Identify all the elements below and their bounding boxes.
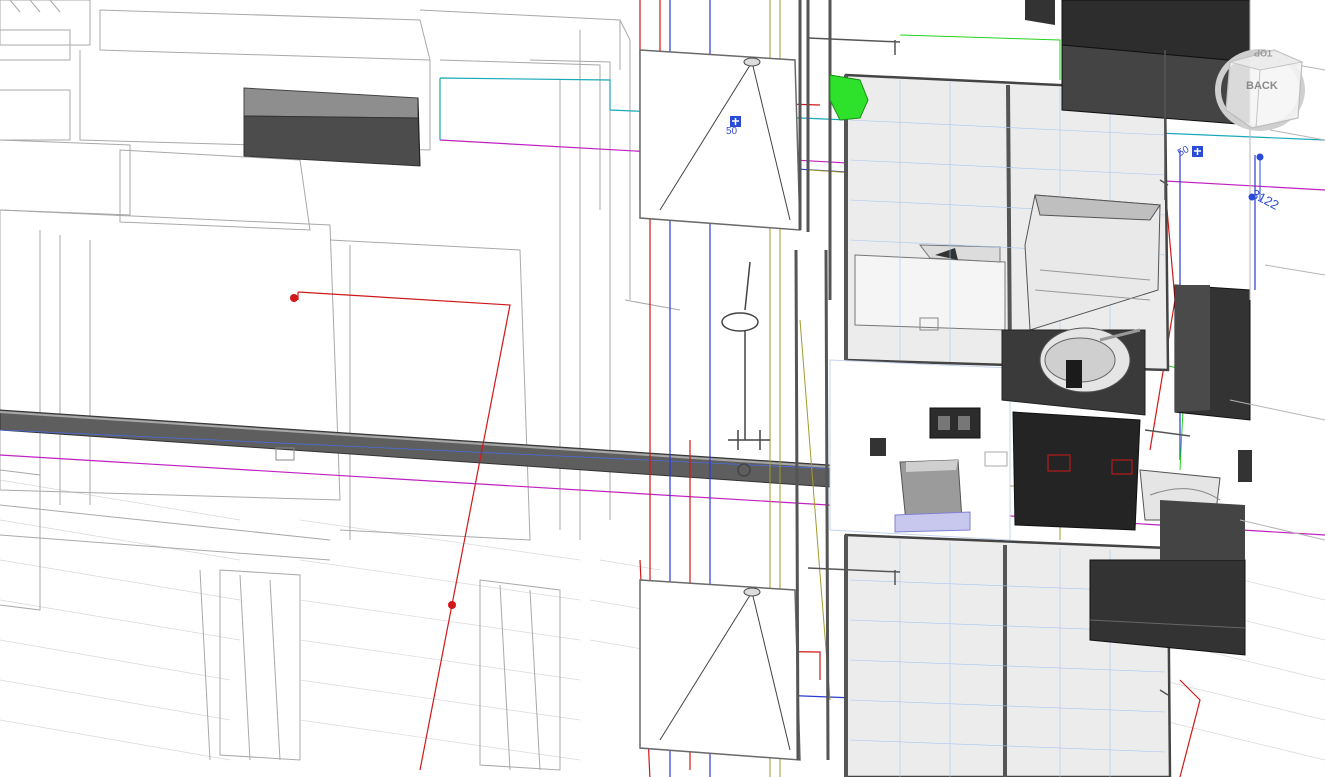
vanity-counter — [1001, 327, 1146, 531]
viewcube-icon[interactable]: TOP BACK — [1212, 40, 1312, 136]
dark-cabinet-right-mid — [1174, 284, 1251, 421]
shower-enclosure-bottom — [639, 579, 801, 761]
red-valve-b — [448, 601, 456, 609]
wall-panels — [794, 0, 832, 761]
viewcube-top-label[interactable]: TOP — [1254, 48, 1272, 58]
shower-enclosure-top — [639, 49, 801, 231]
model-scene[interactable] — [0, 0, 1325, 777]
red-valve-a — [290, 294, 298, 302]
junction-box — [894, 459, 971, 533]
model-viewport[interactable]: 50 50 3122 TOP BACK — [0, 0, 1325, 777]
shower-mixer — [721, 261, 770, 477]
viewcube-back-label[interactable]: BACK — [1246, 80, 1278, 92]
fixture-tag-label-a: 50 — [726, 126, 738, 137]
dark-equipment-box — [243, 87, 421, 167]
